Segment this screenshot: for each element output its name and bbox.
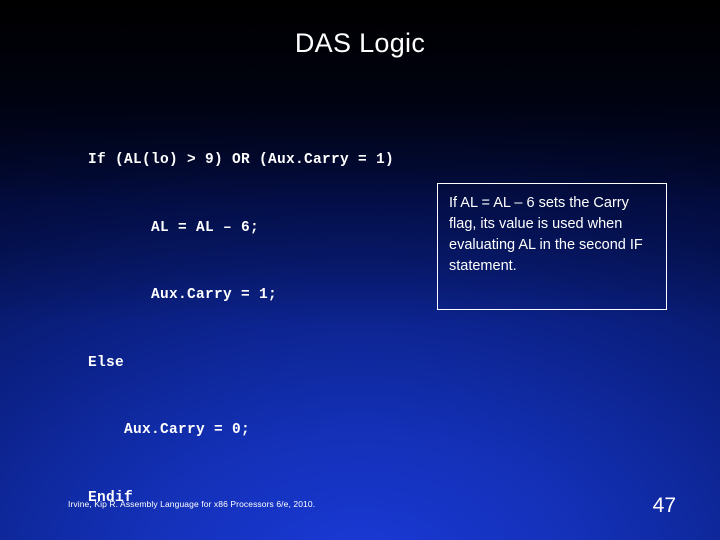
page-title: DAS Logic (294, 28, 426, 58)
callout-box: If AL = AL – 6 sets the Carry flag, its … (437, 183, 667, 310)
callout-text: If AL = AL – 6 sets the Carry flag, its … (449, 195, 643, 274)
page-number: 47 (652, 494, 676, 517)
code-line: If (AL(lo) > 9) OR (Aux.Carry = 1) (88, 152, 395, 168)
code-block: If (AL(lo) > 9) OR (Aux.Carry = 1) AL = … (88, 104, 394, 540)
code-line: Else (88, 354, 125, 371)
code-line: Aux.Carry = 0; (88, 422, 251, 438)
slide: DAS Logic If (AL(lo) > 9) OR (Aux.Carry … (0, 0, 720, 540)
footer-citation: Irvine, Kip R. Assembly Language for x86… (68, 499, 316, 509)
code-line: Aux.Carry = 1; (88, 287, 278, 303)
code-line: AL = AL – 6; (88, 219, 260, 236)
